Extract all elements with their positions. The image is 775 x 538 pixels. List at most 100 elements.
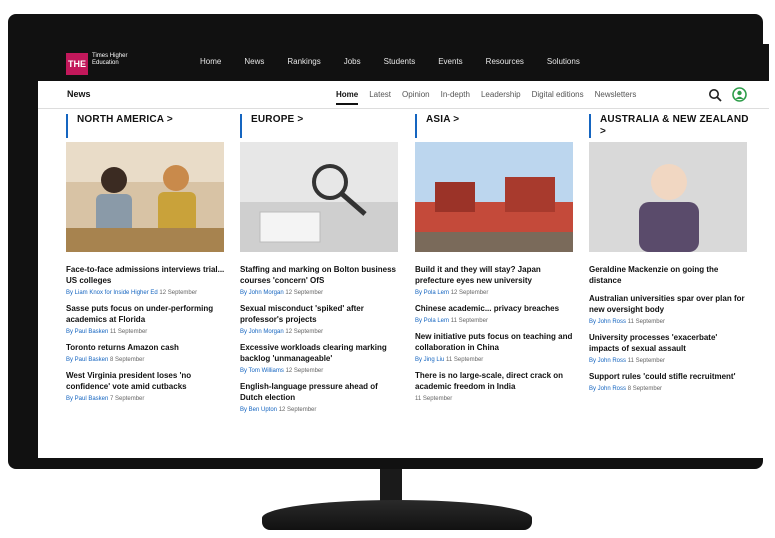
article-date: 12 September [278,407,317,413]
article-author[interactable]: By John Ross [589,319,626,325]
article-title[interactable]: West Virginia president loses 'no confid… [66,370,226,392]
article-author[interactable]: By Ben Upton [240,407,277,413]
monitor-base [262,500,532,530]
article[interactable]: University processes 'exacerbate' impact… [589,332,749,364]
user-account-icon[interactable] [732,87,747,102]
article-title[interactable]: There is no large-scale, direct crack on… [415,370,575,392]
article-title[interactable]: Face-to-face admissions interviews trial… [66,264,226,286]
article-date: 12 September [285,329,324,335]
article[interactable]: Sexual misconduct 'spiked' after profess… [240,303,400,335]
article-author[interactable]: By Pola Lem [415,290,449,296]
article-author[interactable]: By John Morgan [240,329,284,335]
article-title[interactable]: Sasse puts focus on under-performing aca… [66,303,226,325]
article-author[interactable]: By Pola Lem [415,318,449,324]
tab-opinion[interactable]: Opinion [402,90,430,105]
tab-home[interactable]: Home [336,90,359,105]
nav-rankings[interactable]: Rankings [287,57,320,66]
article-image[interactable] [240,142,398,252]
tab-latest[interactable]: Latest [369,90,391,105]
article-title[interactable]: Toronto returns Amazon cash [66,342,226,353]
article[interactable]: Toronto returns Amazon cash By Paul Bask… [66,342,226,363]
article-meta: By Pola Lem 11 September [415,318,575,324]
tab-newsletters[interactable]: Newsletters [595,90,637,105]
column-heading[interactable]: ASIA > [415,114,575,138]
nav-news[interactable]: News [244,57,264,66]
article[interactable]: Support rules 'could stifle recruitment'… [589,371,749,392]
article-date: 11 September [415,396,453,402]
article[interactable]: Staffing and marking on Bolton business … [240,264,400,296]
article-image[interactable] [589,142,747,252]
tab-leadership[interactable]: Leadership [481,90,521,105]
nav-students[interactable]: Students [384,57,416,66]
the-logo[interactable]: THE [66,53,88,75]
tab-in-depth[interactable]: In-depth [441,90,470,105]
article-meta: By Paul Basken 11 September [66,329,226,335]
article-title[interactable]: English-language pressure ahead of Dutch… [240,381,400,403]
article-meta: By Paul Basken 8 September [66,357,226,363]
article-date: 11 September [446,357,484,363]
column-north-america: NORTH AMERICA > Face-to-face admissions … [66,114,226,402]
article-author[interactable]: By Paul Basken [66,357,108,363]
article-date: 7 September [110,396,145,402]
article-title[interactable]: Australian universities spar over plan f… [589,293,749,315]
article[interactable]: Build it and they will stay? Japan prefe… [415,264,575,296]
monitor-frame: THE Times Higher Education Home News Ran… [8,14,769,469]
article[interactable]: Excessive workloads clearing marking bac… [240,342,400,374]
article-title[interactable]: University processes 'exacerbate' impact… [589,332,749,354]
search-icon[interactable] [708,88,722,102]
article-date: 12 September [285,368,324,374]
column-heading[interactable]: NORTH AMERICA > [66,114,226,138]
article-title[interactable]: New initiative puts focus on teaching an… [415,331,575,353]
article-meta: By John Ross 8 September [589,386,749,392]
nav-home[interactable]: Home [200,57,221,66]
article-date: 11 September [450,318,488,324]
nav-resources[interactable]: Resources [486,57,524,66]
article[interactable]: New initiative puts focus on teaching an… [415,331,575,363]
nav-events[interactable]: Events [438,57,462,66]
article-meta: 11 September [415,396,575,402]
article[interactable]: Sasse puts focus on under-performing aca… [66,303,226,335]
article-image[interactable] [415,142,573,252]
article-meta: By Liam Knox for Inside Higher Ed 12 Sep… [66,290,226,296]
tab-digital-editions[interactable]: Digital editions [532,90,584,105]
article-title[interactable]: Geraldine Mackenzie on going the distanc… [589,264,749,286]
column-heading[interactable]: EUROPE > [240,114,400,138]
article[interactable]: There is no large-scale, direct crack on… [415,370,575,402]
article[interactable]: Australian universities spar over plan f… [589,293,749,325]
article[interactable]: Chinese academic... privacy breaches By … [415,303,575,324]
article-title[interactable]: Support rules 'could stifle recruitment' [589,371,749,382]
article-title[interactable]: Excessive workloads clearing marking bac… [240,342,400,364]
main-nav: Home News Rankings Jobs Students Events … [200,57,580,66]
article-meta: By Tom Williams 12 September [240,368,400,374]
article[interactable]: English-language pressure ahead of Dutch… [240,381,400,413]
section-tabs: Home Latest Opinion In-depth Leadership … [336,90,636,105]
article-author[interactable]: By John Ross [589,386,626,392]
article-author[interactable]: By Jing Liu [415,357,444,363]
article-title[interactable]: Sexual misconduct 'spiked' after profess… [240,303,400,325]
article-author[interactable]: By Paul Basken [66,396,108,402]
article[interactable]: West Virginia president loses 'no confid… [66,370,226,402]
article-image[interactable] [66,142,224,252]
article-title[interactable]: Build it and they will stay? Japan prefe… [415,264,575,286]
column-asia: ASIA > Build it and they will stay? Japa… [415,114,575,402]
article-meta: By Paul Basken 7 September [66,396,226,402]
column-heading[interactable]: AUSTRALIA & NEW ZEALAND > [589,114,749,138]
article[interactable]: Face-to-face admissions interviews trial… [66,264,226,296]
article-date: 12 September [285,290,324,296]
screen: THE Times Higher Education Home News Ran… [38,44,769,458]
article-author[interactable]: By John Ross [589,358,626,364]
nav-jobs[interactable]: Jobs [344,57,361,66]
article-author[interactable]: By Liam Knox for Inside Higher Ed [66,290,158,296]
nav-solutions[interactable]: Solutions [547,57,580,66]
article-author[interactable]: By John Morgan [240,290,284,296]
logo-text: Times Higher Education [92,53,128,66]
article-meta: By John Morgan 12 September [240,329,400,335]
section-title: News [67,89,91,99]
article-title[interactable]: Chinese academic... privacy breaches [415,303,575,314]
article-author[interactable]: By Paul Basken [66,329,108,335]
article-author[interactable]: By Tom Williams [240,368,284,374]
article-title[interactable]: Staffing and marking on Bolton business … [240,264,400,286]
column-europe: EUROPE > Staffing and marking on Bolton … [240,114,400,413]
article[interactable]: Geraldine Mackenzie on going the distanc… [589,264,749,286]
article-date: 11 September [627,319,665,325]
